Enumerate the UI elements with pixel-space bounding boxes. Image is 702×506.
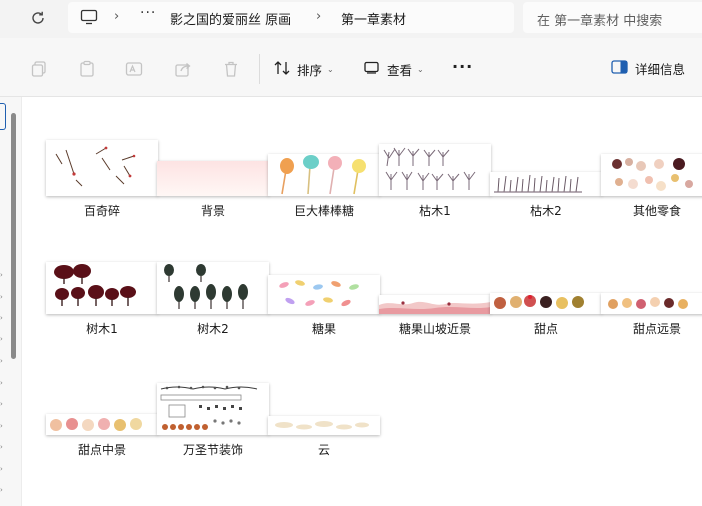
file-thumbnail (601, 293, 702, 314)
file-item[interactable]: 树木2 (157, 262, 269, 372)
view-icon (364, 61, 379, 77)
nav-scrollbar[interactable] (11, 113, 16, 359)
file-name: 背景 (200, 204, 225, 218)
file-item[interactable]: 糖果山坡近景 (379, 262, 491, 372)
file-item[interactable]: 云 (268, 383, 380, 493)
details-pane-icon (611, 60, 628, 77)
file-item[interactable]: 树木1 (46, 262, 158, 372)
expand-arrow-icon[interactable]: › (0, 486, 6, 494)
command-bar: 排序 ⌄ 查看 ⌄ ··· 详细信息 (0, 38, 702, 97)
breadcrumb-parent[interactable]: 影之国的爱丽丝 原画 (170, 9, 291, 28)
nav-selected-item[interactable] (0, 103, 6, 130)
rename-icon[interactable] (125, 60, 143, 78)
sort-label: 排序 (297, 62, 323, 78)
chevron-down-icon: ⌄ (327, 64, 334, 74)
search-placeholder: 在 第一章素材 中搜索 (537, 14, 663, 29)
file-thumbnail (601, 154, 702, 196)
file-name: 枯木2 (530, 204, 562, 218)
file-thumbnail (157, 161, 269, 196)
file-item[interactable]: 巨大棒棒糖 (268, 140, 380, 250)
delete-icon[interactable] (222, 60, 240, 78)
breadcrumb-overflow[interactable]: ··· (140, 5, 156, 21)
file-item[interactable]: 背景 (157, 140, 269, 250)
file-thumbnail (268, 154, 380, 196)
file-thumbnail (157, 262, 269, 314)
sort-button[interactable]: 排序 ⌄ (274, 59, 334, 79)
expand-arrow-icon[interactable]: › (0, 422, 6, 430)
file-item[interactable]: 百奇碎 (46, 140, 158, 250)
file-name: 糖果 (311, 322, 336, 336)
search-input[interactable]: 在 第一章素材 中搜索 (523, 2, 702, 33)
expand-arrow-icon[interactable]: › (0, 293, 6, 301)
navigation-pane: › › › › › › › › › › › (0, 97, 22, 506)
file-thumbnail (46, 140, 158, 196)
details-label: 详细信息 (635, 62, 686, 77)
file-name: 树木1 (86, 322, 118, 336)
file-item[interactable]: 枯木1 (379, 140, 491, 250)
expand-arrow-icon[interactable]: › (0, 400, 6, 408)
file-thumbnail (379, 144, 491, 196)
expand-arrow-icon[interactable]: › (0, 357, 6, 365)
file-name: 糖果山坡近景 (398, 322, 471, 336)
details-pane-button[interactable]: 详细信息 (611, 59, 685, 78)
file-name: 其他零食 (632, 204, 681, 218)
file-thumbnail (46, 414, 158, 435)
file-grid: 百奇碎 背景 巨大棒棒糖 枯木1 枯木2 其他零食 树木1 树木2 糖果 糖果山… (22, 97, 702, 506)
chevron-down-icon: ⌄ (417, 64, 424, 74)
expand-arrow-icon[interactable]: › (0, 335, 6, 343)
file-thumbnail (268, 275, 380, 314)
file-item[interactable]: 万圣节装饰 (157, 383, 269, 493)
computer-icon (80, 9, 98, 25)
file-name: 甜点远景 (632, 322, 681, 336)
file-item[interactable]: 糖果 (268, 262, 380, 372)
file-thumbnail (490, 293, 602, 314)
sort-icon (274, 60, 291, 79)
chevron-right-icon[interactable]: › (316, 9, 321, 24)
refresh-icon[interactable] (27, 7, 49, 29)
address-bar[interactable]: › ··· 影之国的爱丽丝 原画 › 第一章素材 (68, 2, 514, 33)
file-name: 甜点 (533, 322, 558, 336)
file-thumbnail (268, 416, 380, 435)
file-thumbnail (157, 383, 269, 435)
expand-arrow-icon[interactable]: › (0, 271, 6, 279)
expand-arrow-icon[interactable]: › (0, 443, 6, 451)
expand-arrow-icon[interactable]: › (0, 379, 6, 387)
file-item[interactable]: 甜点 (490, 262, 602, 372)
chevron-right-icon[interactable]: › (114, 9, 119, 24)
view-label: 查看 (387, 62, 413, 78)
copy-icon[interactable] (30, 60, 48, 78)
address-row: › ··· 影之国的爱丽丝 原画 › 第一章素材 在 第一章素材 中搜索 (0, 0, 702, 38)
file-name: 百奇碎 (83, 204, 120, 218)
file-name: 枯木1 (419, 204, 451, 218)
file-thumbnail (379, 295, 491, 314)
file-name: 万圣节装饰 (182, 443, 243, 457)
file-item[interactable]: 甜点远景 (601, 262, 702, 372)
file-name: 树木2 (197, 322, 229, 336)
toolbar-divider (259, 54, 260, 84)
file-item[interactable]: 甜点中景 (46, 383, 158, 493)
file-thumbnail (490, 172, 602, 196)
file-name: 巨大棒棒糖 (293, 204, 354, 218)
file-thumbnail (46, 262, 158, 314)
file-item[interactable]: 枯木2 (490, 140, 602, 250)
paste-icon[interactable] (78, 60, 96, 78)
more-options-button[interactable]: ··· (452, 57, 473, 76)
file-name: 云 (317, 443, 330, 457)
view-button[interactable]: 查看 ⌄ (364, 59, 424, 79)
file-name: 甜点中景 (77, 443, 126, 457)
share-icon[interactable] (174, 60, 192, 78)
breadcrumb-current[interactable]: 第一章素材 (341, 9, 406, 28)
expand-arrow-icon[interactable]: › (0, 465, 6, 473)
file-item[interactable]: 其他零食 (601, 140, 702, 250)
expand-arrow-icon[interactable]: › (0, 314, 6, 322)
